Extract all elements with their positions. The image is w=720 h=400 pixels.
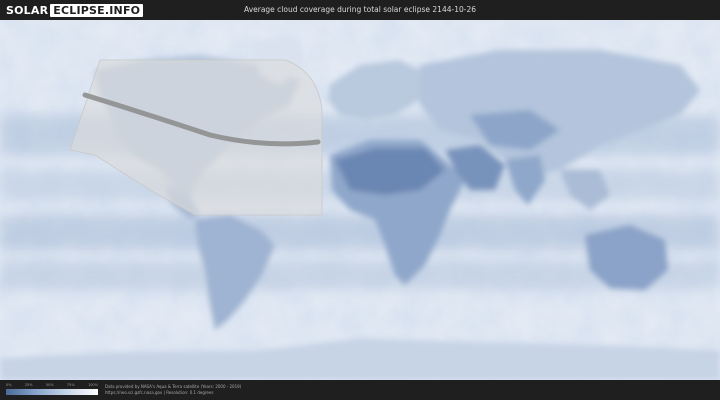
data-credit: Data provided by NASA's Aqua & Terra sat… bbox=[105, 384, 241, 396]
cloud-coverage-legend-bar bbox=[6, 389, 98, 395]
world-cloud-map bbox=[0, 20, 720, 380]
footer-bar: 0% 25% 50% 75% 100% Data provided by NAS… bbox=[0, 380, 720, 400]
map-title: Average cloud coverage during total sola… bbox=[244, 5, 476, 14]
credit-line-2: https://neo.sci.gsfc.nasa.gov | Resoluti… bbox=[105, 390, 214, 395]
header-bar: SOLAR ECLIPSE.INFO Average cloud coverag… bbox=[0, 0, 720, 20]
map-svg bbox=[0, 20, 720, 380]
